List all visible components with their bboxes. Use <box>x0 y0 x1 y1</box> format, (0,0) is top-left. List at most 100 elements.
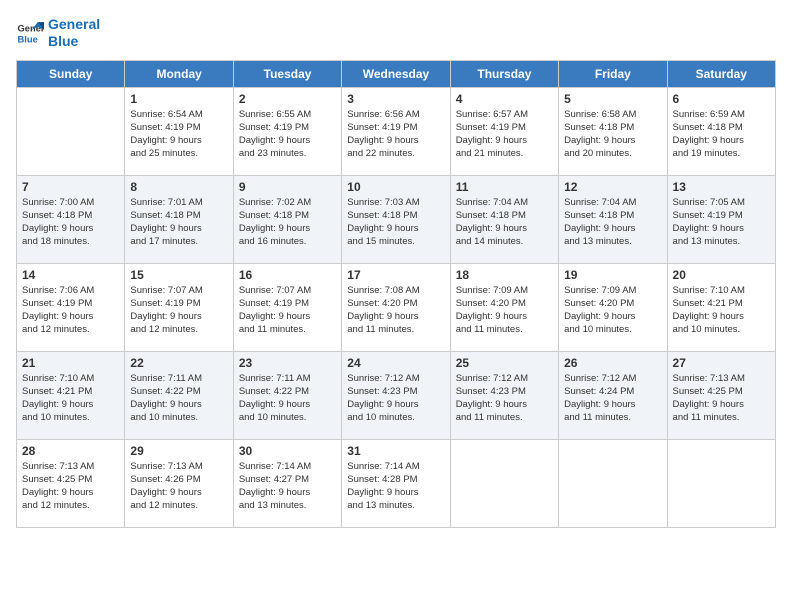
calendar-cell: 10 Sunrise: 7:03 AM Sunset: 4:18 PM Dayli… <box>342 175 450 263</box>
day-number: 13 <box>673 180 770 194</box>
day-info: Sunrise: 7:10 AM Sunset: 4:21 PM Dayligh… <box>22 372 119 425</box>
weekday-header-sunday: Sunday <box>17 60 125 87</box>
day-number: 1 <box>130 92 227 106</box>
day-number: 19 <box>564 268 661 282</box>
calendar-cell: 15 Sunrise: 7:07 AM Sunset: 4:19 PM Dayli… <box>125 263 233 351</box>
calendar-cell: 17 Sunrise: 7:08 AM Sunset: 4:20 PM Dayli… <box>342 263 450 351</box>
day-number: 22 <box>130 356 227 370</box>
day-number: 14 <box>22 268 119 282</box>
day-info: Sunrise: 6:56 AM Sunset: 4:19 PM Dayligh… <box>347 108 444 161</box>
calendar-cell: 18 Sunrise: 7:09 AM Sunset: 4:20 PM Dayli… <box>450 263 558 351</box>
day-info: Sunrise: 7:11 AM Sunset: 4:22 PM Dayligh… <box>130 372 227 425</box>
weekday-header-thursday: Thursday <box>450 60 558 87</box>
day-number: 25 <box>456 356 553 370</box>
calendar-cell: 13Sunrise: 7:05 AM Sunset: 4:19 PM Dayli… <box>667 175 775 263</box>
day-info: Sunrise: 7:04 AM Sunset: 4:18 PM Dayligh… <box>456 196 553 249</box>
day-info: Sunrise: 6:54 AM Sunset: 4:19 PM Dayligh… <box>130 108 227 161</box>
weekday-header-wednesday: Wednesday <box>342 60 450 87</box>
weekday-header-saturday: Saturday <box>667 60 775 87</box>
calendar-cell: 23 Sunrise: 7:11 AM Sunset: 4:22 PM Dayli… <box>233 351 341 439</box>
calendar-cell: 19Sunrise: 7:09 AM Sunset: 4:20 PM Dayli… <box>559 263 667 351</box>
day-number: 26 <box>564 356 661 370</box>
day-number: 10 <box>347 180 444 194</box>
day-info: Sunrise: 6:57 AM Sunset: 4:19 PM Dayligh… <box>456 108 553 161</box>
day-number: 12 <box>564 180 661 194</box>
day-info: Sunrise: 7:07 AM Sunset: 4:19 PM Dayligh… <box>130 284 227 337</box>
calendar-cell: 16 Sunrise: 7:07 AM Sunset: 4:19 PM Dayli… <box>233 263 341 351</box>
day-number: 31 <box>347 444 444 458</box>
calendar-cell: 4 Sunrise: 6:57 AM Sunset: 4:19 PM Daylig… <box>450 87 558 175</box>
day-info: Sunrise: 7:10 AM Sunset: 4:21 PM Dayligh… <box>673 284 770 337</box>
day-number: 2 <box>239 92 336 106</box>
calendar-cell: 28Sunrise: 7:13 AM Sunset: 4:25 PM Dayli… <box>17 439 125 527</box>
day-number: 4 <box>456 92 553 106</box>
day-info: Sunrise: 7:13 AM Sunset: 4:25 PM Dayligh… <box>22 460 119 513</box>
calendar-cell: 12 Sunrise: 7:04 AM Sunset: 4:18 PM Dayli… <box>559 175 667 263</box>
day-number: 5 <box>564 92 661 106</box>
calendar-cell: 24Sunrise: 7:12 AM Sunset: 4:23 PM Dayli… <box>342 351 450 439</box>
day-info: Sunrise: 6:59 AM Sunset: 4:18 PM Dayligh… <box>673 108 770 161</box>
day-info: Sunrise: 6:55 AM Sunset: 4:19 PM Dayligh… <box>239 108 336 161</box>
calendar-cell <box>559 439 667 527</box>
day-info: Sunrise: 7:12 AM Sunset: 4:23 PM Dayligh… <box>347 372 444 425</box>
day-info: Sunrise: 7:13 AM Sunset: 4:25 PM Dayligh… <box>673 372 770 425</box>
day-info: Sunrise: 7:09 AM Sunset: 4:20 PM Dayligh… <box>456 284 553 337</box>
calendar-cell <box>667 439 775 527</box>
calendar-cell: 11 Sunrise: 7:04 AM Sunset: 4:18 PM Dayli… <box>450 175 558 263</box>
day-info: Sunrise: 7:00 AM Sunset: 4:18 PM Dayligh… <box>22 196 119 249</box>
calendar-cell: 6 Sunrise: 6:59 AM Sunset: 4:18 PM Daylig… <box>667 87 775 175</box>
logo: General Blue General Blue <box>16 16 100 50</box>
calendar-cell: 2 Sunrise: 6:55 AM Sunset: 4:19 PM Daylig… <box>233 87 341 175</box>
calendar-week-row: 21 Sunrise: 7:10 AM Sunset: 4:21 PM Dayli… <box>17 351 776 439</box>
page-header: General Blue General Blue <box>16 16 776 50</box>
day-number: 18 <box>456 268 553 282</box>
calendar-cell <box>450 439 558 527</box>
weekday-header-monday: Monday <box>125 60 233 87</box>
weekday-header-friday: Friday <box>559 60 667 87</box>
day-info: Sunrise: 7:04 AM Sunset: 4:18 PM Dayligh… <box>564 196 661 249</box>
day-number: 29 <box>130 444 227 458</box>
weekday-header-tuesday: Tuesday <box>233 60 341 87</box>
calendar-table: SundayMondayTuesdayWednesdayThursdayFrid… <box>16 60 776 528</box>
day-info: Sunrise: 7:11 AM Sunset: 4:22 PM Dayligh… <box>239 372 336 425</box>
day-number: 3 <box>347 92 444 106</box>
day-number: 20 <box>673 268 770 282</box>
calendar-cell: 22 Sunrise: 7:11 AM Sunset: 4:22 PM Dayli… <box>125 351 233 439</box>
calendar-cell: 20 Sunrise: 7:10 AM Sunset: 4:21 PM Dayli… <box>667 263 775 351</box>
calendar-cell: 8 Sunrise: 7:01 AM Sunset: 4:18 PM Daylig… <box>125 175 233 263</box>
day-info: Sunrise: 7:12 AM Sunset: 4:23 PM Dayligh… <box>456 372 553 425</box>
calendar-cell: 30 Sunrise: 7:14 AM Sunset: 4:27 PM Dayli… <box>233 439 341 527</box>
day-info: Sunrise: 7:07 AM Sunset: 4:19 PM Dayligh… <box>239 284 336 337</box>
calendar-cell: 31 Sunrise: 7:14 AM Sunset: 4:28 PM Dayli… <box>342 439 450 527</box>
calendar-week-row: 1 Sunrise: 6:54 AM Sunset: 4:19 PM Daylig… <box>17 87 776 175</box>
calendar-cell: 3 Sunrise: 6:56 AM Sunset: 4:19 PM Daylig… <box>342 87 450 175</box>
day-info: Sunrise: 7:03 AM Sunset: 4:18 PM Dayligh… <box>347 196 444 249</box>
calendar-cell: 21 Sunrise: 7:10 AM Sunset: 4:21 PM Dayli… <box>17 351 125 439</box>
calendar-cell: 9 Sunrise: 7:02 AM Sunset: 4:18 PM Daylig… <box>233 175 341 263</box>
calendar-week-row: 28Sunrise: 7:13 AM Sunset: 4:25 PM Dayli… <box>17 439 776 527</box>
day-number: 8 <box>130 180 227 194</box>
day-number: 21 <box>22 356 119 370</box>
day-info: Sunrise: 7:01 AM Sunset: 4:18 PM Dayligh… <box>130 196 227 249</box>
calendar-cell: 27Sunrise: 7:13 AM Sunset: 4:25 PM Dayli… <box>667 351 775 439</box>
day-info: Sunrise: 7:08 AM Sunset: 4:20 PM Dayligh… <box>347 284 444 337</box>
day-number: 30 <box>239 444 336 458</box>
day-number: 11 <box>456 180 553 194</box>
day-number: 17 <box>347 268 444 282</box>
day-info: Sunrise: 7:02 AM Sunset: 4:18 PM Dayligh… <box>239 196 336 249</box>
day-number: 23 <box>239 356 336 370</box>
day-number: 9 <box>239 180 336 194</box>
weekday-header-row: SundayMondayTuesdayWednesdayThursdayFrid… <box>17 60 776 87</box>
day-number: 6 <box>673 92 770 106</box>
calendar-week-row: 7Sunrise: 7:00 AM Sunset: 4:18 PM Daylig… <box>17 175 776 263</box>
day-number: 15 <box>130 268 227 282</box>
day-info: Sunrise: 7:14 AM Sunset: 4:27 PM Dayligh… <box>239 460 336 513</box>
day-number: 16 <box>239 268 336 282</box>
calendar-cell: 29Sunrise: 7:13 AM Sunset: 4:26 PM Dayli… <box>125 439 233 527</box>
day-info: Sunrise: 6:58 AM Sunset: 4:18 PM Dayligh… <box>564 108 661 161</box>
day-info: Sunrise: 7:14 AM Sunset: 4:28 PM Dayligh… <box>347 460 444 513</box>
day-info: Sunrise: 7:12 AM Sunset: 4:24 PM Dayligh… <box>564 372 661 425</box>
logo-text-line2: Blue <box>48 33 100 50</box>
logo-text-line1: General <box>48 16 100 33</box>
calendar-cell: 7Sunrise: 7:00 AM Sunset: 4:18 PM Daylig… <box>17 175 125 263</box>
